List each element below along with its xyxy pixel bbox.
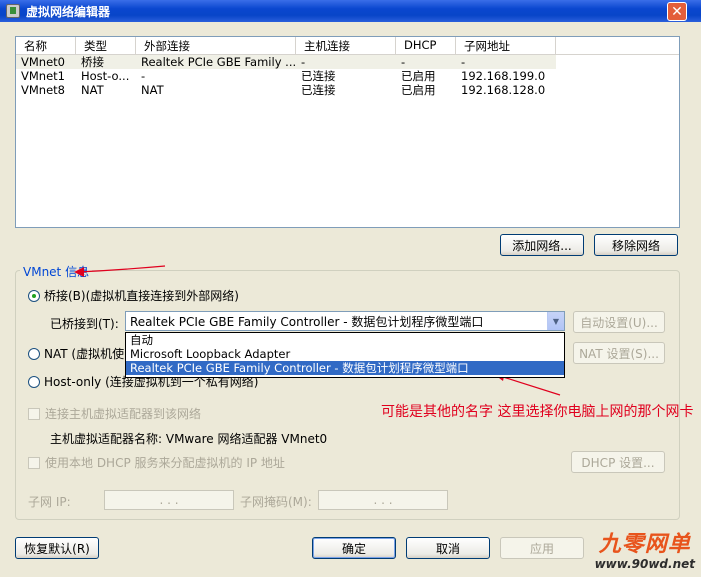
dropdown-option-loopback[interactable]: Microsoft Loopback Adapter xyxy=(126,347,564,361)
annotation-text: 可能是其他的名字 这里选择你电脑上网的那个网卡 xyxy=(381,404,694,420)
watermark-logo: 九零网单 www.90wd.net xyxy=(594,532,695,572)
bridged-to-dropdown[interactable]: 自动 Microsoft Loopback Adapter Realtek PC… xyxy=(125,332,565,378)
dropdown-option-realtek[interactable]: Realtek PCIe GBE Family Controller - 数据包… xyxy=(126,361,564,375)
annotation-arrows xyxy=(74,265,561,396)
watermark-url: www.90wd.net xyxy=(594,557,695,571)
dropdown-option-auto[interactable]: 自动 xyxy=(126,333,564,347)
watermark-brand: 九零网单 xyxy=(598,532,691,557)
